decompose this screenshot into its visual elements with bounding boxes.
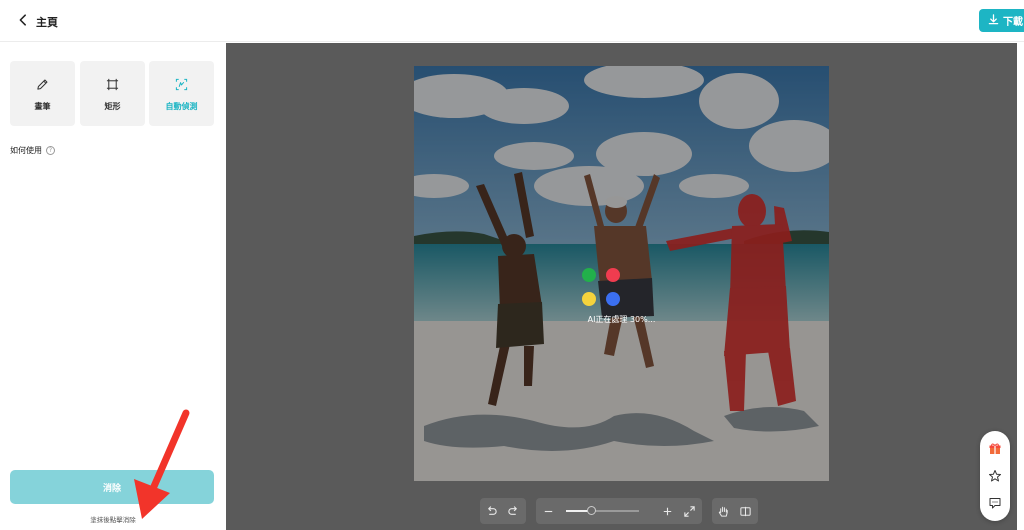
tool-sidebar: 畫筆 矩形 自動偵測 如何使用 ? 消除 塗抹後點擊消除	[0, 43, 226, 530]
redo-icon[interactable]	[502, 500, 524, 522]
tool-label: 矩形	[104, 101, 121, 111]
processing-status: AI正在處理 30%...	[587, 315, 656, 324]
chat-icon[interactable]	[987, 495, 1003, 511]
gift-icon[interactable]	[987, 441, 1003, 457]
processing-spinner	[580, 266, 624, 310]
zoom-controls	[536, 498, 702, 524]
spinner-dot-green	[582, 268, 596, 282]
download-button[interactable]: 下載	[979, 9, 1024, 32]
back-button[interactable]: 主頁	[16, 12, 58, 31]
question-circle-icon: ?	[46, 146, 55, 155]
auto-detect-icon	[175, 76, 188, 95]
spinner-dot-yellow	[582, 292, 596, 306]
app-root: 主頁 下載 畫筆 矩形 自動偵測 如何使用 ? 消除 塗抹後點擊消除 AI正在處…	[0, 0, 1024, 530]
download-icon	[988, 13, 999, 28]
view-controls	[712, 498, 758, 524]
tool-rectangle[interactable]: 矩形	[80, 61, 145, 126]
zoom-out-icon[interactable]	[538, 500, 560, 522]
top-bar: 主頁 下載	[0, 0, 1024, 42]
spinner-dot-blue	[606, 292, 620, 306]
hand-icon[interactable]	[712, 500, 734, 522]
history-controls	[480, 498, 526, 524]
how-to-use-label: 如何使用	[10, 146, 42, 155]
zoom-slider[interactable]	[565, 506, 639, 515]
zoom-slider-handle[interactable]	[587, 506, 597, 515]
undo-icon[interactable]	[480, 500, 502, 522]
tool-label: 自動偵測	[165, 101, 198, 111]
chevron-left-icon	[16, 12, 30, 31]
spinner-dot-red	[606, 268, 620, 282]
compare-icon[interactable]	[734, 500, 756, 522]
how-to-use-link[interactable]: 如何使用 ?	[10, 145, 55, 156]
star-icon[interactable]	[987, 468, 1003, 484]
fit-screen-icon[interactable]	[678, 500, 700, 522]
floating-action-bar	[980, 431, 1010, 521]
zoom-in-icon[interactable]	[657, 500, 679, 522]
pencil-icon	[36, 76, 49, 95]
back-label: 主頁	[36, 15, 58, 29]
tool-brush[interactable]: 畫筆	[10, 61, 75, 126]
right-edge-panel	[1017, 43, 1024, 530]
download-label: 下載	[1003, 17, 1023, 28]
editor-canvas[interactable]: AI正在處理 30%...	[226, 43, 1017, 530]
tool-auto-detect[interactable]: 自動偵測	[149, 61, 214, 126]
rectangle-icon	[106, 76, 119, 95]
tool-label: 畫筆	[34, 101, 51, 111]
photo-preview[interactable]: AI正在處理 30%...	[414, 66, 829, 481]
red-arrow-annotation	[134, 409, 190, 519]
